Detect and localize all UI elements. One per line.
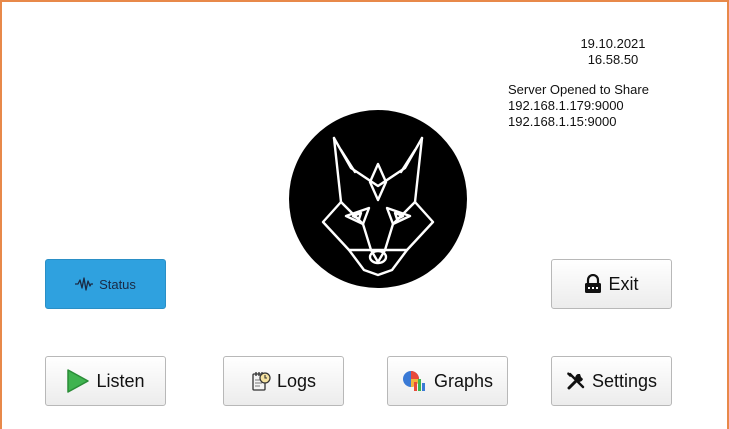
time-text: 16.58.50 — [587, 52, 639, 67]
graphs-button-label: Graphs — [433, 370, 494, 391]
tools-icon — [566, 371, 586, 391]
exit-button-label: Exit — [608, 273, 639, 294]
server-address: 192.168.1.179:9000 — [508, 98, 624, 113]
logs-button[interactable]: Logs — [223, 356, 344, 406]
play-icon — [66, 368, 90, 394]
status-button[interactable]: Status — [45, 259, 166, 309]
server-info: Server Opened to Share 192.168.1.179:900… — [508, 82, 649, 130]
status-button-label: Status — [99, 276, 136, 292]
chart-icon — [402, 370, 428, 392]
logs-button-label: Logs — [276, 370, 317, 391]
listen-button[interactable]: Listen — [45, 356, 166, 406]
fox-logo-icon — [289, 110, 467, 288]
lock-icon — [584, 274, 602, 294]
notepad-clock-icon — [251, 370, 271, 392]
listen-button-label: Listen — [96, 370, 145, 391]
datetime-display: 19.10.2021 16.58.50 — [568, 36, 658, 68]
waveform-icon — [75, 277, 94, 291]
date-text: 19.10.2021 — [580, 36, 646, 51]
settings-button-label: Settings — [591, 370, 658, 391]
settings-button[interactable]: Settings — [551, 356, 672, 406]
exit-button[interactable]: Exit — [551, 259, 672, 309]
graphs-button[interactable]: Graphs — [387, 356, 508, 406]
server-address: 192.168.1.15:9000 — [508, 114, 617, 129]
app-window: 19.10.2021 16.58.50 Server Opened to Sha… — [0, 0, 729, 429]
server-status-text: Server Opened to Share — [508, 82, 649, 97]
